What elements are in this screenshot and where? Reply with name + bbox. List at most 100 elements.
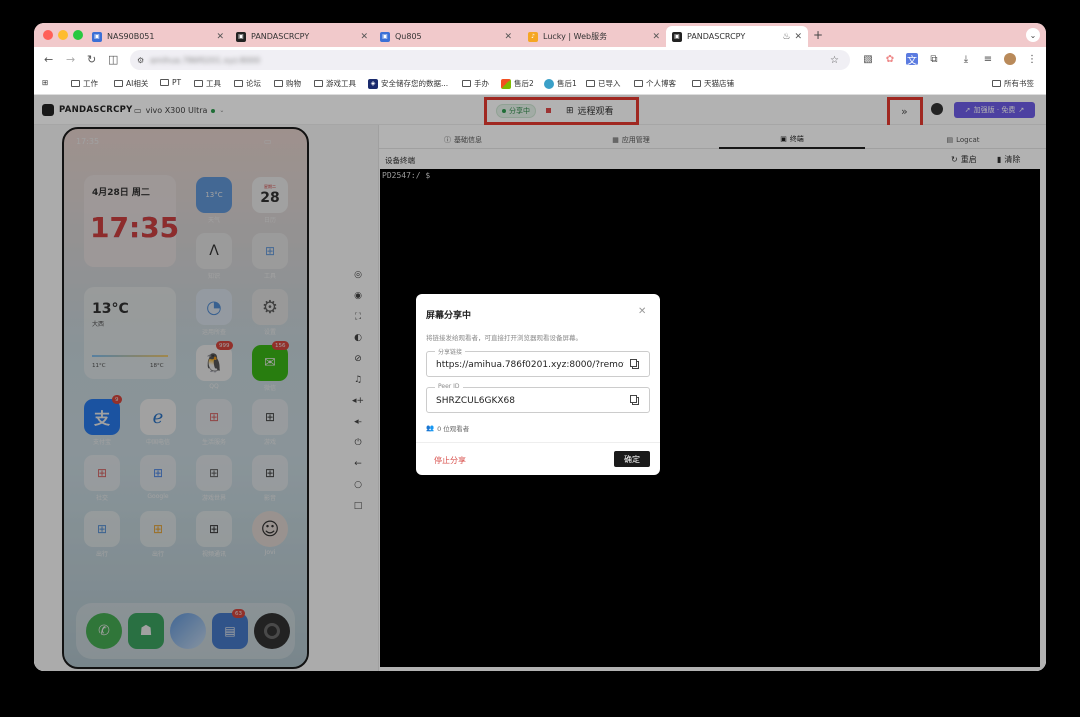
folder-icon xyxy=(634,80,643,87)
all-bookmarks-folder[interactable]: 所有书签 xyxy=(992,78,1034,89)
tab-title: Qu805 xyxy=(395,32,422,41)
navigation-bar: ← → ↻ ◫ ⚙ amihua.786f0201.xyz:8000 ☆ ▧ ✿… xyxy=(34,47,1046,73)
close-icon[interactable]: ✕ xyxy=(638,306,646,317)
bookmark-star-icon[interactable]: ☆ xyxy=(830,55,839,66)
browser-window: ▣ NAS90B051 ✕ ▣ PANDASCRCPY ✕ ▣ Qu805 ✕ … xyxy=(34,23,1046,671)
bookmark-label: AI相关 xyxy=(126,79,149,88)
bookmark-folder[interactable]: 论坛 xyxy=(234,78,261,89)
maximize-window-button[interactable] xyxy=(73,30,83,40)
bookmark-label: 工作 xyxy=(83,79,98,88)
folder-icon xyxy=(586,80,595,87)
screen-share-dialog: 屏幕分享中 ✕ 将链接发给观看者，可直接打开浏览器观看设备屏幕。 分享链接 ht… xyxy=(416,294,660,475)
shield-icon: ◈ xyxy=(368,78,378,89)
browser-tab-active[interactable]: ▣ PANDASCRCPY ♨ ✕ xyxy=(666,26,808,47)
minimize-window-button[interactable] xyxy=(58,30,68,40)
tab-close-icon[interactable]: ✕ xyxy=(504,32,512,42)
bookmark-label: 论坛 xyxy=(246,79,261,88)
bookmark-folder[interactable]: 天猫店铺 xyxy=(692,78,734,89)
tab-bar: ▣ NAS90B051 ✕ ▣ PANDASCRCPY ✕ ▣ Qu805 ✕ … xyxy=(34,23,1046,47)
tab-favicon-icon: ♪ xyxy=(528,31,538,42)
site-settings-icon[interactable]: ⚙ xyxy=(137,56,144,65)
bookmark-label: 售后1 xyxy=(557,79,577,88)
bookmark-folder[interactable]: 工具 xyxy=(194,78,221,89)
download-icon[interactable]: ⤓ xyxy=(960,53,972,65)
bookmark-folder[interactable]: 游戏工具 xyxy=(314,78,356,89)
copy-icon[interactable] xyxy=(629,358,641,370)
profile-avatar[interactable] xyxy=(1004,53,1016,65)
peer-id-value: SHRZCUL6GKX68 xyxy=(436,396,516,406)
bookmark-folder[interactable]: 购物 xyxy=(274,78,301,89)
bookmark-label: 天猫店铺 xyxy=(704,79,734,88)
tab-favicon-icon: ▣ xyxy=(672,31,682,42)
extension-translate-icon[interactable]: 文 xyxy=(906,53,918,67)
media-queue-icon[interactable]: ≡ xyxy=(982,53,994,65)
tab-title: Lucky | Web服务 xyxy=(543,32,608,41)
bookmark-link[interactable]: 售后1 xyxy=(544,78,577,89)
share-link-field[interactable]: 分享链接 https://amihua.786f0201.xyz:8000/?r… xyxy=(426,347,650,377)
tab-close-icon[interactable]: ✕ xyxy=(216,32,224,42)
bookmark-label: 工具 xyxy=(206,79,221,88)
window-controls xyxy=(43,30,83,40)
copy-icon[interactable] xyxy=(629,394,641,406)
bookmark-link[interactable]: ◈ 安全储存您的数据... xyxy=(368,78,448,89)
chevron-down-icon[interactable]: ⌄ xyxy=(1026,28,1040,42)
reload-icon[interactable]: ↻ xyxy=(87,53,96,66)
confirm-button[interactable]: 确定 xyxy=(614,451,650,467)
address-bar[interactable]: ⚙ amihua.786f0201.xyz:8000 ☆ xyxy=(130,50,850,70)
dialog-divider xyxy=(416,442,660,443)
viewer-count: 👥 0 位观看者 xyxy=(426,423,469,433)
folder-icon xyxy=(234,80,243,87)
folder-icon xyxy=(114,80,123,87)
tab-title: PANDASCRCPY xyxy=(687,32,746,41)
tab-title: PANDASCRCPY xyxy=(251,32,310,41)
extensions-puzzle-icon[interactable]: ⧉ xyxy=(928,53,940,65)
tab-close-icon[interactable]: ✕ xyxy=(652,32,660,42)
more-menu-icon[interactable]: ⋮ xyxy=(1026,53,1038,65)
bookmark-label: 手办 xyxy=(474,79,489,88)
windows-logo-icon xyxy=(501,78,511,89)
bookmark-folder[interactable]: 已导入 xyxy=(586,78,621,89)
tab-favicon-icon: ▣ xyxy=(236,31,246,42)
bookmark-label: PT xyxy=(172,78,182,87)
bookmark-link[interactable]: 售后2 xyxy=(501,78,534,89)
bookmark-folder[interactable]: AI相关 xyxy=(114,78,148,89)
folder-icon xyxy=(160,79,169,86)
tab-audio-icon[interactable]: ♨ xyxy=(782,32,790,42)
browser-tab[interactable]: ♪ Lucky | Web服务 ✕ xyxy=(522,26,666,47)
bookmark-label: 购物 xyxy=(286,79,301,88)
bookmark-folder[interactable]: 手办 xyxy=(462,78,489,89)
dialog-title: 屏幕分享中 xyxy=(426,311,472,321)
peer-id-label: Peer ID xyxy=(435,383,463,390)
bookmarks-bar: ⊞ 工作 AI相关 PT 工具 论坛 购物 游戏工具 ◈ 安全储存您的数据... … xyxy=(34,73,1046,95)
peer-id-field[interactable]: Peer ID SHRZCUL6GKX68 xyxy=(426,383,650,413)
close-window-button[interactable] xyxy=(43,30,53,40)
tab-favicon-icon: ▣ xyxy=(92,31,102,42)
tab-close-icon[interactable]: ✕ xyxy=(360,32,368,42)
share-link-value: https://amihua.786f0201.xyz:8000/?remote xyxy=(436,360,624,370)
sidebar-toggle-icon[interactable]: ◫ xyxy=(108,53,118,66)
globe-icon xyxy=(544,78,554,89)
tab-title: NAS90B051 xyxy=(107,32,155,41)
back-arrow-icon[interactable]: ← xyxy=(44,53,53,66)
stop-sharing-button[interactable]: 停止分享 xyxy=(434,455,466,466)
viewer-count-label: 0 位观看者 xyxy=(437,425,470,433)
folder-icon xyxy=(314,80,323,87)
extension-flower-icon[interactable]: ✿ xyxy=(884,53,896,65)
new-tab-button[interactable]: + xyxy=(813,28,823,42)
apps-grid-icon[interactable]: ⊞ xyxy=(42,78,48,87)
bookmark-label: 所有书签 xyxy=(1004,79,1034,88)
url-text: amihua.786f0201.xyz:8000 xyxy=(150,55,261,65)
browser-tab[interactable]: ▣ NAS90B051 ✕ xyxy=(86,26,230,47)
bookmark-folder[interactable]: 工作 xyxy=(71,78,98,89)
extension-image-icon[interactable]: ▧ xyxy=(862,53,874,65)
folder-icon xyxy=(274,80,283,87)
bookmark-label: 个人博客 xyxy=(646,79,676,88)
bookmark-folder[interactable]: PT xyxy=(160,78,181,87)
tab-close-icon[interactable]: ✕ xyxy=(794,32,802,42)
bookmark-label: 游戏工具 xyxy=(326,79,356,88)
forward-arrow-icon[interactable]: → xyxy=(66,53,75,66)
bookmark-folder[interactable]: 个人博客 xyxy=(634,78,676,89)
bookmark-label: 已导入 xyxy=(598,79,621,88)
browser-tab[interactable]: ▣ PANDASCRCPY ✕ xyxy=(230,26,374,47)
browser-tab[interactable]: ▣ Qu805 ✕ xyxy=(374,26,518,47)
